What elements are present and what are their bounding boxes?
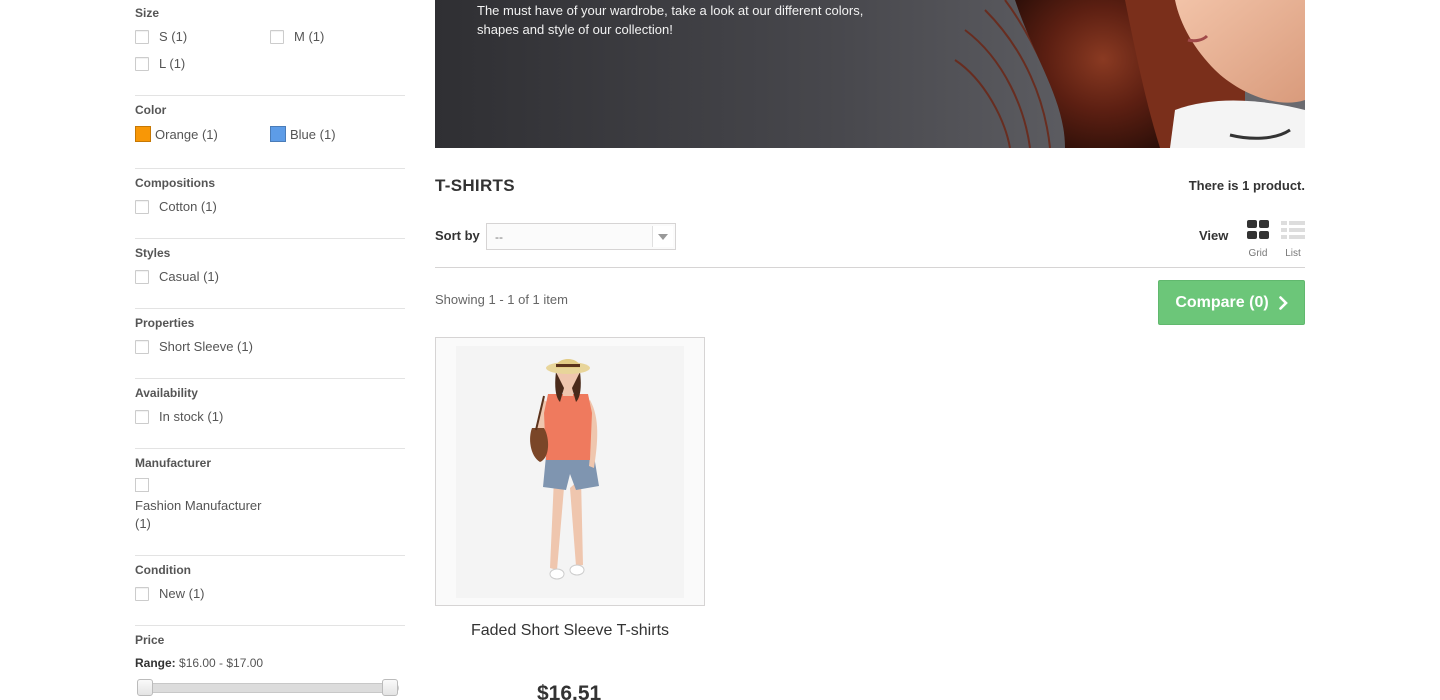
filter-option-short-sleeve[interactable]: Short Sleeve (1) (135, 339, 253, 354)
filter-title: Compositions (135, 176, 215, 190)
compare-label: Compare (0) (1175, 293, 1269, 311)
filter-title: Size (135, 6, 160, 20)
product-price: $16.51 (537, 682, 602, 700)
filter-option-size-m[interactable]: M (1) (270, 29, 324, 44)
layered-navigation: Size S (1) M (1) L (1) Color Orange (1) … (135, 0, 405, 700)
sort-selected-value: -- (495, 230, 503, 244)
product-count: There is 1 product. (1188, 178, 1305, 193)
view-grid-label: Grid (1248, 248, 1268, 259)
filter-styles: Styles Casual (1) (135, 239, 405, 309)
filter-availability: Availability In stock (1) (135, 379, 405, 449)
filter-title: Styles (135, 246, 171, 260)
pagination-summary: Showing 1 - 1 of 1 item (435, 292, 568, 307)
filter-option-casual[interactable]: Casual (1) (135, 269, 219, 284)
product-image-link[interactable] (435, 337, 705, 606)
filter-condition: Condition New (1) (135, 556, 405, 626)
filter-title: Condition (135, 563, 191, 577)
banner-description: The must have of your wardrobe, take a l… (477, 3, 864, 37)
filter-color: Color Orange (1) Blue (1) (135, 96, 405, 169)
price-slider-track[interactable] (137, 683, 399, 693)
filter-title: Availability (135, 386, 198, 400)
filter-option-fashion-manufacturer[interactable]: Fashion Manufacturer (1) (135, 497, 275, 533)
view-grid-button[interactable]: Grid (1245, 220, 1271, 259)
checkbox[interactable] (135, 409, 149, 424)
checkbox[interactable] (135, 478, 149, 492)
view-list-label: List (1285, 248, 1301, 259)
price-slider-min-handle[interactable] (137, 679, 153, 696)
filter-compositions: Compositions Cotton (1) (135, 169, 405, 239)
checkbox[interactable] (135, 199, 149, 214)
filter-properties: Properties Short Sleeve (1) (135, 309, 405, 379)
filter-option-size-l[interactable]: L (1) (135, 56, 185, 71)
category-banner: The must have of your wardrobe, take a l… (435, 0, 1305, 148)
filter-option-color-blue[interactable]: Blue (1) (270, 126, 336, 142)
filter-option-new[interactable]: New (1) (135, 586, 205, 601)
price-range-text: Range: $16.00 - $17.00 (135, 656, 264, 670)
filter-title: Color (135, 103, 167, 117)
grid-icon (1247, 220, 1269, 239)
filter-option-in-stock[interactable]: In stock (1) (135, 409, 223, 424)
color-swatch[interactable] (270, 126, 286, 142)
list-icon (1281, 221, 1305, 239)
checkbox[interactable] (135, 269, 149, 284)
filter-title: Price (135, 633, 165, 647)
sort-label: Sort by (435, 228, 480, 243)
checkbox[interactable] (135, 29, 149, 44)
filter-option-size-s[interactable]: S (1) (135, 29, 187, 44)
divider (435, 267, 1305, 268)
filter-title: Properties (135, 316, 195, 330)
product-name-link[interactable]: Faded Short Sleeve T-shirts (435, 622, 705, 640)
checkbox[interactable] (135, 339, 149, 354)
banner-model-photo (954, 0, 1305, 148)
compare-button[interactable]: Compare (0) (1158, 280, 1305, 325)
checkbox[interactable] (135, 586, 149, 601)
product-photo (436, 338, 704, 605)
checkbox[interactable] (270, 29, 284, 44)
chevron-right-icon (1278, 295, 1288, 310)
filter-manufacturer: Manufacturer Fashion Manufacturer (1) (135, 449, 405, 556)
filter-title: Manufacturer (135, 456, 212, 470)
color-swatch[interactable] (135, 126, 151, 142)
category-title: T-SHIRTS (435, 176, 515, 195)
filter-size: Size S (1) M (1) L (1) (135, 0, 405, 96)
chevron-down-icon[interactable] (652, 226, 673, 247)
view-list-button[interactable]: List (1280, 220, 1306, 259)
filter-option-color-orange[interactable]: Orange (1) (135, 126, 218, 142)
sort-select[interactable]: -- (486, 223, 676, 250)
price-slider-max-handle[interactable] (382, 679, 398, 696)
checkbox[interactable] (135, 56, 149, 71)
view-label: View (1199, 228, 1229, 243)
filter-option-cotton[interactable]: Cotton (1) (135, 199, 217, 214)
